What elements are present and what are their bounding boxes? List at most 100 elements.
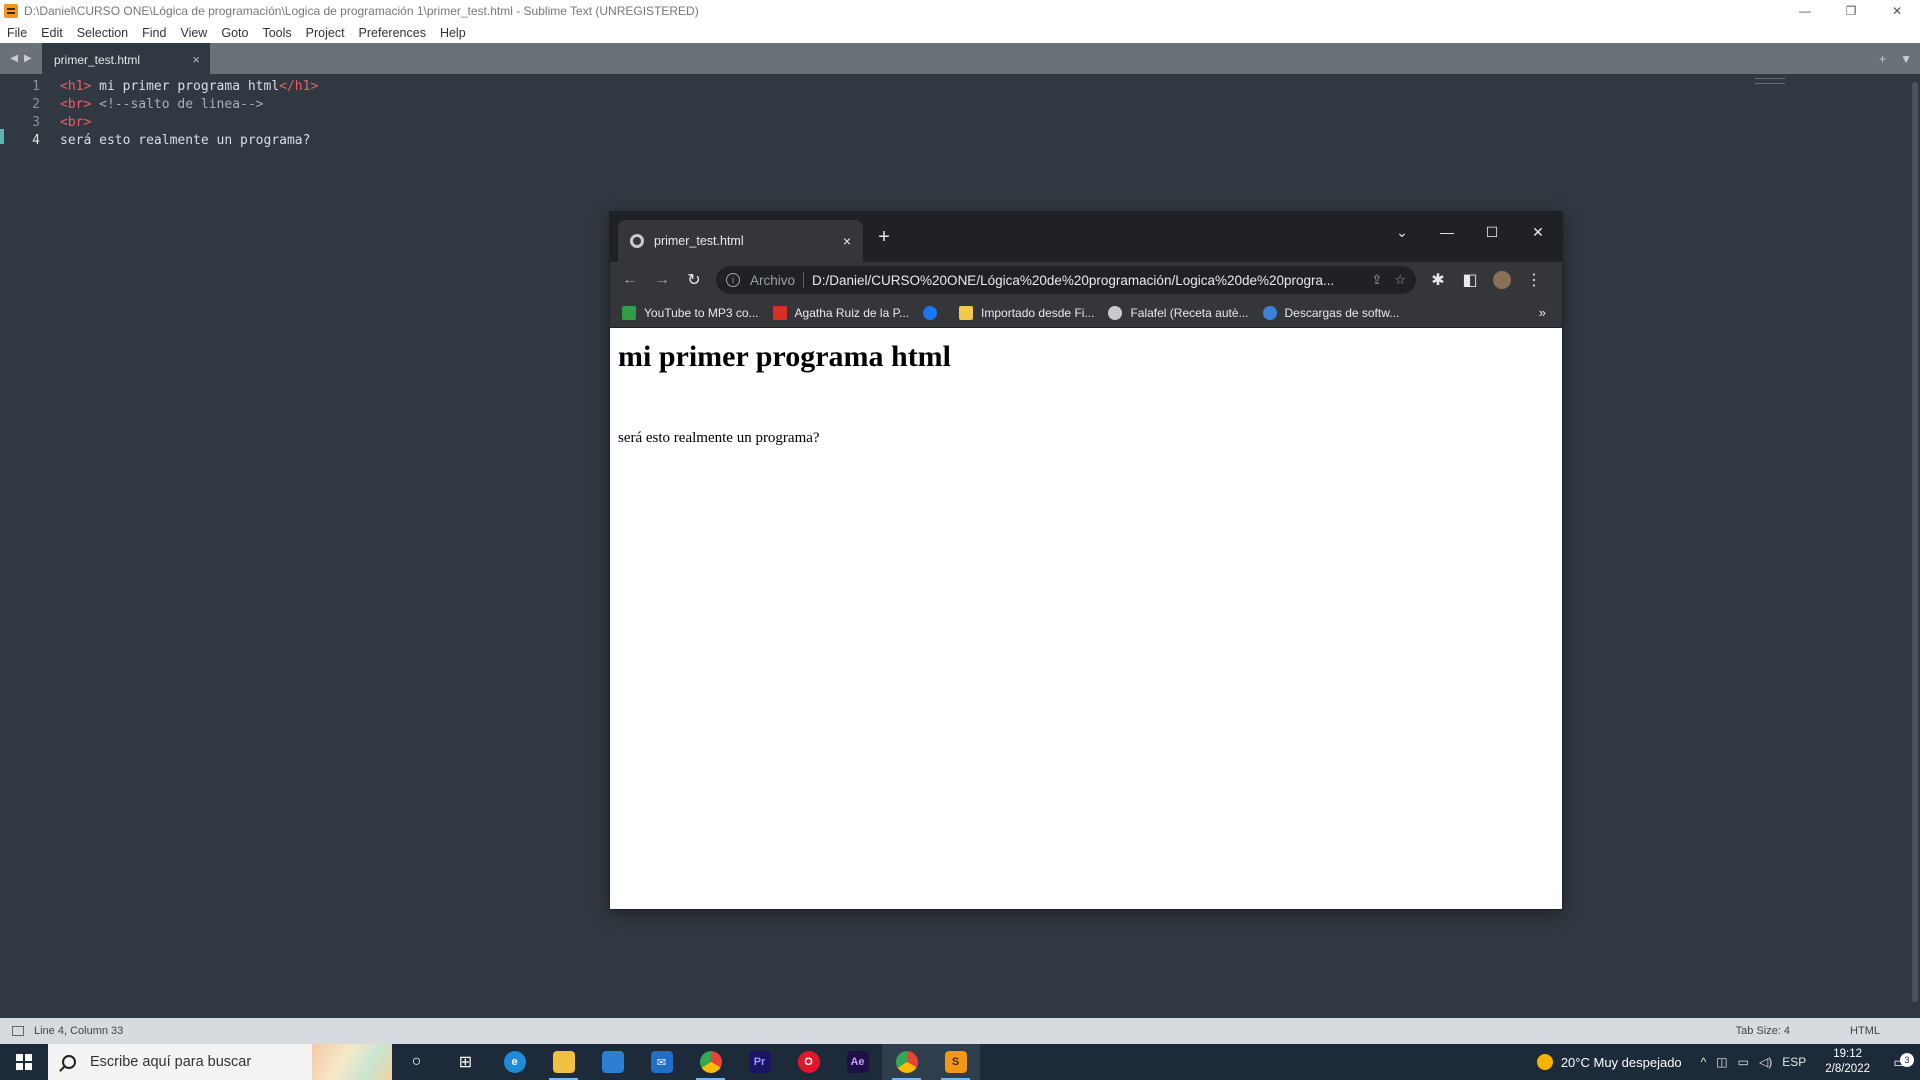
bookmark-item[interactable]: Agatha Ruiz de la P... xyxy=(772,305,909,320)
task-view-icon: ⊞ xyxy=(458,1054,473,1071)
taskbar-after-effects[interactable]: Ae xyxy=(833,1044,882,1080)
taskbar-search[interactable]: Escribe aquí para buscar xyxy=(48,1044,392,1080)
facebook-icon xyxy=(923,305,938,320)
meet-now-icon[interactable]: ◫ xyxy=(1716,1055,1727,1069)
menu-tools[interactable]: Tools xyxy=(255,26,298,40)
premiere-icon: Pr xyxy=(748,1051,771,1073)
new-tab-plus-icon[interactable]: + xyxy=(1879,52,1886,66)
line-number: 1 xyxy=(32,79,40,94)
cortana-button[interactable]: ○ xyxy=(392,1044,441,1080)
title-bar: D:\Daniel\CURSO ONE\Lógica de programaci… xyxy=(0,0,1920,22)
cortana-icon: ○ xyxy=(411,1053,422,1070)
taskbar-store[interactable] xyxy=(588,1044,637,1080)
clock[interactable]: 19:12 2/8/2022 xyxy=(1825,1047,1870,1077)
editor-tab-strip: ◀ ▶ primer_test.html × + ▼ xyxy=(0,43,1920,74)
panel-toggle-icon[interactable] xyxy=(12,1026,24,1036)
tab-list-dropdown-icon[interactable]: ▼ xyxy=(1900,52,1912,66)
page-heading: mi primer programa html xyxy=(618,340,952,373)
menu-help[interactable]: Help xyxy=(433,26,473,40)
code-line-4: será esto realmente un programa? xyxy=(60,132,310,150)
tab-next-icon[interactable]: ▶ xyxy=(24,53,32,64)
browser-maximize-button[interactable]: ☐ xyxy=(1482,224,1502,241)
bookmarks-overflow-icon[interactable]: » xyxy=(1539,305,1546,320)
bookmark-item[interactable]: YouTube to MP3 co... xyxy=(622,305,759,320)
browser-close-button[interactable]: ✕ xyxy=(1528,224,1548,241)
task-view-button[interactable]: ⊞ xyxy=(441,1044,490,1080)
browser-tab-close-icon[interactable]: × xyxy=(843,233,851,249)
code-token-tag: <br> xyxy=(60,97,92,112)
bookmark-label: Falafel (Receta autè... xyxy=(1130,305,1249,320)
page-paragraph: será esto realmente un programa? xyxy=(618,430,820,446)
share-icon[interactable]: ⇪ xyxy=(1371,272,1382,288)
menu-project[interactable]: Project xyxy=(299,26,352,40)
bookmark-item[interactable]: Falafel (Receta autè... xyxy=(1108,305,1249,320)
tab-search-chevron-icon[interactable]: ⌄ xyxy=(1392,224,1412,241)
bookmark-item-facebook[interactable] xyxy=(923,305,945,320)
browser-minimize-button[interactable]: — xyxy=(1437,224,1457,240)
editor-tab-close-icon[interactable]: × xyxy=(192,52,200,67)
start-button[interactable] xyxy=(0,1044,48,1080)
minimize-button[interactable]: — xyxy=(1782,0,1828,22)
syntax-indicator[interactable]: HTML xyxy=(1850,1025,1880,1037)
back-arrow-icon[interactable]: ← xyxy=(614,271,646,289)
line-number-current: 4 xyxy=(32,133,40,148)
taskbar-chrome-window[interactable] xyxy=(882,1044,931,1080)
line-number: 3 xyxy=(32,115,40,130)
browser-tab[interactable]: primer_test.html × xyxy=(618,220,863,262)
volume-icon[interactable]: ◁) xyxy=(1759,1055,1772,1069)
taskbar-sublime[interactable]: S xyxy=(931,1044,980,1080)
url-text[interactable]: D:/Daniel/CURSO%20ONE/Lógica%20de%20prog… xyxy=(812,273,1359,288)
forward-arrow-icon[interactable]: → xyxy=(646,271,678,289)
side-panel-icon[interactable]: ◧ xyxy=(1454,270,1486,290)
menu-find[interactable]: Find xyxy=(135,26,173,40)
bookmark-folder[interactable]: Importado desde Fi... xyxy=(959,305,1094,320)
search-placeholder: Escribe aquí para buscar xyxy=(90,1054,252,1070)
chrome-icon xyxy=(895,1051,918,1073)
taskbar-edge[interactable]: e xyxy=(490,1044,539,1080)
bookmark-item[interactable]: Descargas de softw... xyxy=(1262,305,1400,320)
code-token-comment: <!--salto de linea--> xyxy=(91,97,264,112)
code-token-tag: </h1> xyxy=(279,79,319,94)
close-button[interactable]: ✕ xyxy=(1874,0,1920,22)
kebab-menu-icon[interactable]: ⋮ xyxy=(1518,270,1550,290)
reload-icon[interactable]: ↻ xyxy=(678,270,710,290)
url-separator xyxy=(803,272,805,288)
new-tab-button[interactable]: + xyxy=(872,226,896,249)
extensions-puzzle-icon[interactable]: ✱ xyxy=(1422,270,1454,290)
input-language[interactable]: ESP xyxy=(1782,1055,1806,1069)
editor-tab-label: primer_test.html xyxy=(54,52,141,67)
minimap[interactable] xyxy=(1755,78,1785,84)
menu-edit[interactable]: Edit xyxy=(34,26,70,40)
menu-preferences[interactable]: Preferences xyxy=(352,26,433,40)
page-content: mi primer programa html será esto realme… xyxy=(610,328,1562,909)
menu-goto[interactable]: Goto xyxy=(214,26,255,40)
taskbar-file-explorer[interactable] xyxy=(539,1044,588,1080)
info-icon[interactable]: i xyxy=(726,273,740,287)
taskbar-premiere[interactable]: Pr xyxy=(735,1044,784,1080)
taskbar-chrome[interactable] xyxy=(686,1044,735,1080)
profile-avatar[interactable] xyxy=(1493,271,1511,289)
bookmark-favicon-icon xyxy=(772,305,787,320)
weather-widget[interactable]: 20°C Muy despejado xyxy=(1536,1054,1682,1070)
bookmark-favicon-icon xyxy=(1262,305,1277,320)
tray-chevron-up-icon[interactable]: ^ xyxy=(1701,1055,1707,1069)
taskbar-mail[interactable]: ✉ xyxy=(637,1044,686,1080)
menu-view[interactable]: View xyxy=(173,26,214,40)
notification-center-button[interactable]: ▭ 3 xyxy=(1880,1052,1920,1071)
after-effects-icon: Ae xyxy=(846,1051,869,1073)
tab-size-indicator[interactable]: Tab Size: 4 xyxy=(1736,1025,1790,1037)
network-icon[interactable]: ▭ xyxy=(1738,1055,1749,1069)
bookmark-label: Descargas de softw... xyxy=(1284,305,1400,320)
menu-selection[interactable]: Selection xyxy=(70,26,135,40)
address-bar[interactable]: i Archivo D:/Daniel/CURSO%20ONE/Lógica%2… xyxy=(716,266,1416,294)
restore-button[interactable]: ❐ xyxy=(1828,0,1874,22)
tab-prev-icon[interactable]: ◀ xyxy=(10,53,18,64)
code-line-1: <h1> mi primer programa html</h1> xyxy=(60,78,318,96)
sublime-icon: S xyxy=(944,1051,967,1073)
chrome-icon xyxy=(699,1051,722,1073)
editor-tab[interactable]: primer_test.html × xyxy=(42,43,210,74)
bookmark-star-icon[interactable]: ☆ xyxy=(1394,272,1406,288)
menu-file[interactable]: File xyxy=(0,26,34,40)
editor-scrollbar[interactable] xyxy=(1912,82,1918,1002)
taskbar-opera[interactable]: O xyxy=(784,1044,833,1080)
